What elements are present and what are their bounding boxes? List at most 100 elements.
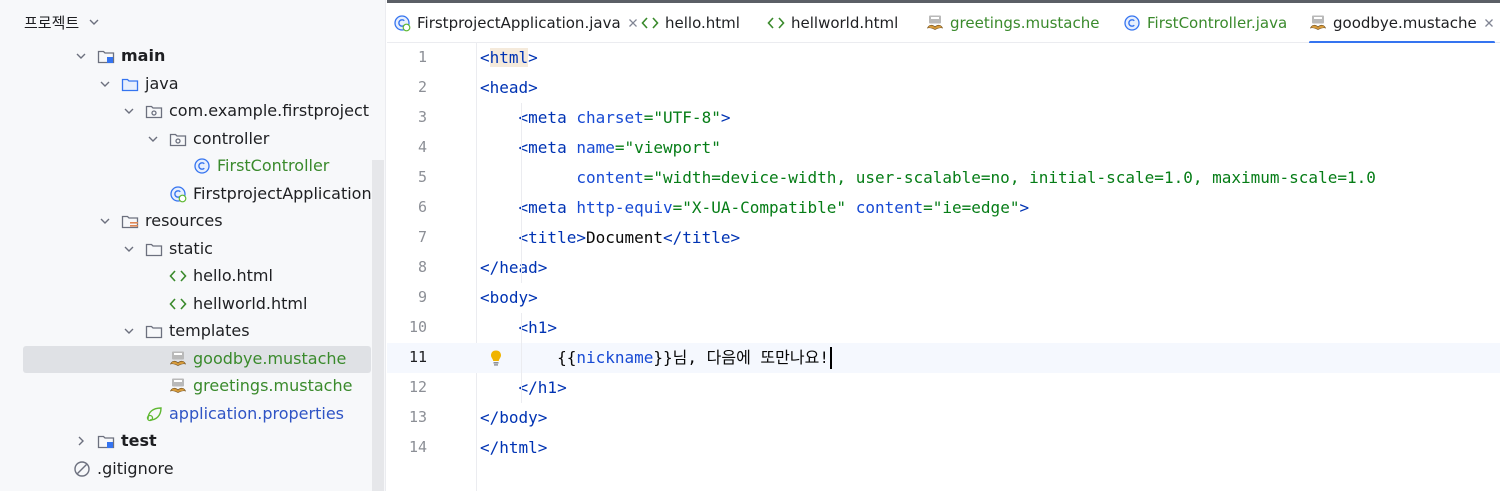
tab-firstcontroller-java[interactable]: FirstController.java <box>1123 3 1287 43</box>
code-line[interactable]: 7 <title>Document</title> <box>387 223 1500 253</box>
tree-row-test[interactable]: test <box>0 428 372 455</box>
tree-row-hello-html[interactable]: hello.html <box>0 263 372 290</box>
tree-item-label: .gitignore <box>97 458 174 478</box>
tree-row-firstprojectapplication[interactable]: FirstprojectApplication <box>0 181 372 208</box>
tree-row-resources[interactable]: resources <box>0 208 372 235</box>
code-text: <meta charset="UTF-8"> <box>480 107 731 129</box>
code-text: <head> <box>480 77 538 99</box>
code-token: <head> <box>480 78 538 97</box>
spring-boot-class-icon <box>394 15 411 32</box>
tab-hellworld-html[interactable]: hellworld.html <box>767 3 898 43</box>
chevron-right-icon[interactable] <box>74 434 88 448</box>
line-number: 3 <box>417 108 427 126</box>
tree-row-static[interactable]: static <box>0 236 372 263</box>
tree-row-application-properties[interactable]: application.properties <box>0 401 372 428</box>
tree-item-label: FirstprojectApplication <box>193 183 372 203</box>
line-number: 9 <box>417 288 427 306</box>
tree-item-label: resources <box>145 211 223 230</box>
chevron-down-icon[interactable] <box>122 104 136 118</box>
tree-item-label: application.properties <box>169 403 344 423</box>
code-text: <body> <box>480 287 538 309</box>
tree-row-greetings-mustache[interactable]: greetings.mustache <box>0 373 372 400</box>
tree-row-controller[interactable]: controller <box>0 126 372 153</box>
tree-item-label: hello.html <box>193 266 273 285</box>
code-token: ="ie=edge" <box>923 198 1020 217</box>
tree-row-java[interactable]: java <box>0 71 372 98</box>
code-line[interactable]: 5 content="width=device-width, user-scal… <box>387 163 1500 193</box>
code-token: Document <box>585 228 664 247</box>
code-text: </body> <box>480 407 547 429</box>
tab-label: hellworld.html <box>791 14 899 32</box>
line-number: 2 <box>417 78 427 96</box>
tree-item-label: goodbye.mustache <box>193 348 347 368</box>
package-icon <box>145 105 163 119</box>
tree-row-gitignore[interactable]: .gitignore <box>0 456 372 483</box>
html-file-icon <box>169 297 187 310</box>
code-line[interactable]: 2 <head> <box>387 73 1500 103</box>
chevron-down-icon[interactable] <box>98 77 112 91</box>
code-line[interactable]: 13 </body> <box>387 403 1500 433</box>
code-token: </head> <box>480 258 548 277</box>
code-token: content <box>855 198 924 217</box>
code-text: <meta http-equiv="X-UA-Compatible" conte… <box>480 197 1030 219</box>
tree-row-firstcontroller[interactable]: FirstController <box>0 153 372 180</box>
line-number: 8 <box>417 258 427 276</box>
code-token: < <box>480 48 490 67</box>
code-line[interactable]: 3 <meta charset="UTF-8"> <box>387 103 1500 133</box>
chevron-down-icon[interactable] <box>87 15 101 29</box>
tree-row-package[interactable]: com.example.firstproject <box>0 98 372 125</box>
code-line-current[interactable]: 11 {{nickname}}님, 다음에 또만나요! <box>387 343 1500 373</box>
code-token: ="X-UA-Compatible" <box>672 198 847 217</box>
code-line[interactable]: 1 <html> <box>387 43 1500 73</box>
line-number: 12 <box>408 378 427 396</box>
code-token: </body> <box>480 408 548 427</box>
tab-greetings-mustache[interactable]: greetings.mustache <box>926 3 1099 43</box>
chevron-down-icon[interactable] <box>74 49 88 63</box>
html-file-icon <box>641 17 659 29</box>
code-line[interactable]: 10 <h1> <box>387 313 1500 343</box>
package-icon <box>169 133 187 146</box>
indent-guide <box>521 343 522 403</box>
spring-properties-icon <box>146 406 162 421</box>
chevron-down-icon[interactable] <box>122 242 136 256</box>
code-text: content="width=device-width, user-scalab… <box>480 167 1376 189</box>
text-caret <box>829 347 832 369</box>
code-line[interactable]: 14 </html> <box>387 433 1500 463</box>
code-line[interactable]: 9 <body> <box>387 283 1500 313</box>
tab-firstprojectapplication[interactable]: FirstprojectApplication.java <box>393 3 639 43</box>
line-number: 6 <box>417 198 427 216</box>
project-view-selector[interactable]: 프로젝트 <box>0 3 385 41</box>
code-token: <meta <box>518 108 577 127</box>
code-token: </h1> <box>518 378 567 397</box>
html-file-icon <box>169 270 187 282</box>
chevron-down-icon[interactable] <box>98 214 112 228</box>
tree-row-hellworld-html[interactable]: hellworld.html <box>0 291 372 318</box>
close-icon[interactable] <box>1483 17 1495 29</box>
code-token: > <box>1019 198 1030 217</box>
code-editor[interactable]: 1 <html> 2 <head> 3 <meta charset="UTF-8"> 4 … <box>387 43 1500 491</box>
tab-label: FirstController.java <box>1147 14 1288 32</box>
chevron-down-icon[interactable] <box>122 324 136 338</box>
module-folder-icon <box>97 435 115 449</box>
code-token: }}님, 다음에 또만나요! <box>653 348 829 367</box>
close-icon[interactable] <box>627 17 639 29</box>
tab-goodbye-mustache[interactable]: goodbye.mustache <box>1309 3 1495 44</box>
code-line[interactable]: 6 <meta http-equiv="X-UA-Compatible" con… <box>387 193 1500 223</box>
tree-row-templates[interactable]: templates <box>0 318 372 345</box>
tree-row-goodbye-mustache[interactable]: goodbye.mustache <box>23 345 371 373</box>
code-line[interactable]: 12 </h1> <box>387 373 1500 403</box>
spring-boot-class-icon <box>170 185 187 202</box>
code-line[interactable]: 4 <meta name="viewport" <box>387 133 1500 163</box>
tree-row-main[interactable]: main <box>0 43 372 70</box>
tree-item-label: templates <box>169 321 250 340</box>
chevron-down-icon[interactable] <box>146 132 160 146</box>
tab-hello-html[interactable]: hello.html <box>641 3 740 43</box>
folder-icon <box>145 325 163 339</box>
code-token: </title> <box>663 228 741 247</box>
code-token: html <box>489 48 529 67</box>
code-line[interactable]: 8 </head> <box>387 253 1500 283</box>
tree-scrollbar[interactable] <box>372 160 384 491</box>
tab-label: greetings.mustache <box>950 14 1100 32</box>
